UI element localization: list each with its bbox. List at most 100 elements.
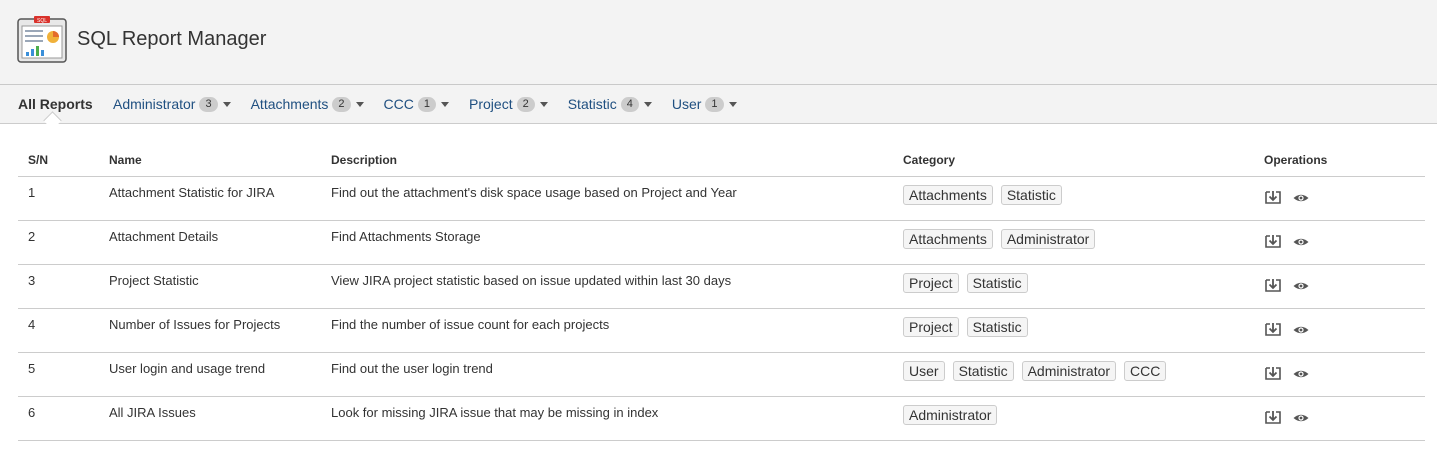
cell-category: Attachments Statistic — [893, 176, 1254, 221]
cell-operations — [1254, 352, 1425, 397]
cell-category: Attachments Administrator — [893, 220, 1254, 265]
caret-down-icon[interactable] — [441, 101, 450, 107]
category-tag[interactable]: Administrator — [903, 405, 998, 425]
caret-down-icon[interactable] — [728, 101, 737, 107]
tab-count-badge: 2 — [516, 96, 535, 112]
tab-attachments[interactable]: Attachments 2 — [251, 96, 364, 112]
cell-description: Find out the attachment's disk space usa… — [321, 176, 893, 221]
category-tag[interactable]: Attachments — [903, 185, 993, 205]
category-tag[interactable]: User — [903, 361, 945, 381]
download-icon[interactable] — [1264, 321, 1282, 339]
cell-operations — [1254, 220, 1425, 265]
download-icon[interactable] — [1264, 277, 1282, 295]
cell-sn: 1 — [18, 176, 99, 221]
cell-sn: 3 — [18, 264, 99, 309]
cell-operations — [1254, 264, 1425, 309]
tab-all-reports[interactable]: All Reports — [18, 96, 93, 112]
cell-description: Look for missing JIRA issue that may be … — [321, 396, 893, 441]
table-header-row: S/N Name Description Category Operations — [18, 143, 1425, 177]
cell-category: Administrator — [893, 396, 1254, 441]
cell-sn: 2 — [18, 220, 99, 265]
cell-name: Attachment Details — [99, 220, 321, 265]
caret-down-icon[interactable] — [539, 101, 548, 107]
category-tag[interactable]: Statistic — [1000, 185, 1062, 205]
tab-count-badge: 4 — [620, 96, 639, 112]
tab-count-badge: 1 — [417, 96, 437, 112]
tab-count-badge: 3 — [199, 96, 218, 112]
view-icon[interactable] — [1292, 233, 1310, 251]
tab-user[interactable]: User 1 — [672, 96, 737, 112]
category-tag[interactable]: Project — [903, 317, 959, 337]
cell-operations — [1254, 308, 1425, 353]
category-tag[interactable]: Statistic — [952, 361, 1014, 381]
cell-description: View JIRA project statistic based on iss… — [321, 264, 893, 309]
cell-name: All JIRA Issues — [99, 396, 321, 441]
cell-name: Attachment Statistic for JIRA — [99, 176, 321, 221]
caret-down-icon[interactable] — [355, 101, 364, 107]
cell-description: Find the number of issue count for each … — [321, 308, 893, 353]
view-icon[interactable] — [1292, 409, 1310, 427]
view-icon[interactable] — [1292, 321, 1310, 339]
column-header-description: Description — [321, 143, 893, 177]
tab-administrator[interactable]: Administrator 3 — [113, 96, 231, 112]
tab-label: Statistic — [567, 96, 617, 112]
cell-sn: 4 — [18, 308, 99, 353]
view-icon[interactable] — [1292, 365, 1310, 383]
table-body: 1 Attachment Statistic for JIRA Find out t… — [18, 176, 1425, 441]
category-tag[interactable]: Administrator — [1000, 229, 1096, 249]
cell-description: Find Attachments Storage — [321, 220, 893, 265]
view-icon[interactable] — [1292, 277, 1310, 295]
cell-category: Project Statistic — [893, 308, 1254, 353]
download-icon[interactable] — [1264, 365, 1282, 383]
category-tag[interactable]: CCC — [1124, 361, 1167, 381]
table-row: 1 Attachment Statistic for JIRA Find out t… — [18, 176, 1425, 221]
column-header-operations: Operations — [1254, 143, 1425, 177]
report-manager-logo-icon: SQL — [17, 16, 67, 63]
tab-label: CCC — [383, 96, 414, 112]
app-header: SQL SQL Report Manager — [0, 0, 1437, 85]
tab-label: Administrator — [113, 96, 196, 112]
category-tag[interactable]: Statistic — [966, 317, 1028, 337]
download-icon[interactable] — [1264, 409, 1282, 427]
cell-name: User login and usage trend — [99, 352, 321, 397]
table-row: 5 User login and usage trend Find out the … — [18, 352, 1425, 397]
cell-category: Project Statistic — [893, 264, 1254, 309]
table-row: 4 Number of Issues for Projects Find the n… — [18, 308, 1425, 353]
cell-sn: 6 — [18, 396, 99, 441]
caret-down-icon[interactable] — [643, 101, 652, 107]
table-row: 2 Attachment Details Find Attachments Stor… — [18, 220, 1425, 265]
tab-project[interactable]: Project 2 — [469, 96, 548, 112]
view-icon[interactable] — [1292, 189, 1310, 207]
reports-table: S/N Name Description Category Operations… — [18, 143, 1425, 441]
tab-ccc[interactable]: CCC 1 — [383, 96, 450, 112]
cell-operations — [1254, 176, 1425, 221]
category-tab-bar: All Reports Administrator 3 Attachments … — [0, 85, 1437, 124]
tab-statistic[interactable]: Statistic 4 — [568, 96, 652, 112]
cell-operations — [1254, 396, 1425, 441]
cell-sn: 5 — [18, 352, 99, 397]
cell-description: Find out the user login trend — [321, 352, 893, 397]
cell-name: Project Statistic — [99, 264, 321, 309]
app-title: SQL Report Manager — [77, 28, 267, 50]
cell-name: Number of Issues for Projects — [99, 308, 321, 353]
column-header-category: Category — [893, 143, 1254, 177]
category-tabs: Administrator 3 Attachments 2 CCC 1 Proj… — [113, 96, 757, 112]
tab-label: Project — [469, 96, 513, 112]
category-tag[interactable]: Attachments — [903, 229, 993, 249]
category-tag[interactable]: Project — [903, 273, 959, 293]
download-icon[interactable] — [1264, 233, 1282, 251]
tab-count-badge: 2 — [332, 96, 351, 112]
table-row: 6 All JIRA Issues Look for missing JIRA is… — [18, 396, 1425, 441]
logo-badge: SQL — [37, 18, 47, 24]
column-header-name: Name — [99, 143, 321, 177]
category-tag[interactable]: Statistic — [966, 273, 1028, 293]
download-icon[interactable] — [1264, 189, 1282, 207]
cell-category: User Statistic Administrator CCC — [893, 352, 1254, 397]
tab-label: User — [671, 96, 702, 112]
table-row: 3 Project Statistic View JIRA project stat… — [18, 264, 1425, 309]
caret-down-icon[interactable] — [222, 101, 231, 107]
tab-label: Attachments — [250, 96, 329, 112]
category-tag[interactable]: Administrator — [1021, 361, 1117, 381]
tab-count-badge: 1 — [705, 96, 724, 112]
column-header-sn: S/N — [18, 143, 99, 177]
